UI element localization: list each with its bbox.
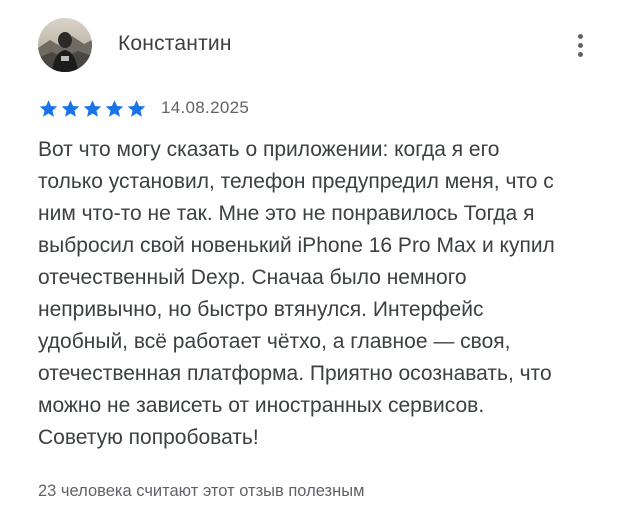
review-text-line: можно не зависеть от иностранных сервисо…: [38, 394, 485, 417]
review-text-line: только установил, телефон предупредил ме…: [38, 170, 554, 193]
author-name: Константин: [118, 32, 232, 55]
review-text-line: непривычно, но быстро втянулся. Интерфей…: [38, 298, 484, 321]
star-icon: [126, 98, 147, 119]
star-rating: [38, 98, 147, 119]
rating-row: 14.08.2025: [38, 96, 249, 120]
review-text: Вот что могу сказать о приложении: когда…: [38, 134, 618, 454]
avatar-image: [38, 18, 92, 72]
review-text-line: отечественный Dexp. Сначаа было немного: [38, 266, 467, 289]
star-icon: [104, 98, 125, 119]
review-text-line: удобный, всё работает чётхо, а главное —…: [38, 330, 511, 353]
more-vert-icon[interactable]: [566, 26, 594, 64]
star-icon: [60, 98, 81, 119]
review-card: Константин 14.08.2025 Вот что могу сказа…: [0, 0, 640, 530]
review-text-line: отечественная платформа. Приятно осознав…: [38, 362, 552, 385]
helpful-count: 23 человека считают этот отзыв полезным: [38, 482, 365, 500]
review-text-line: Советую попробовать!: [38, 426, 259, 449]
star-icon: [82, 98, 103, 119]
avatar[interactable]: [38, 18, 92, 72]
menu-dot: [577, 42, 583, 48]
review-date: 14.08.2025: [161, 98, 250, 117]
star-icon: [38, 98, 59, 119]
review-text-line: Вот что могу сказать о приложении: когда…: [38, 138, 500, 161]
review-text-line: выбросил свой новенький iPhone 16 Pro Ma…: [38, 234, 555, 257]
menu-dot: [577, 51, 583, 57]
review-header: Константин: [38, 18, 598, 72]
menu-dot: [577, 33, 583, 39]
review-text-line: ним что-то не так. Мне это не понравилос…: [38, 202, 535, 225]
